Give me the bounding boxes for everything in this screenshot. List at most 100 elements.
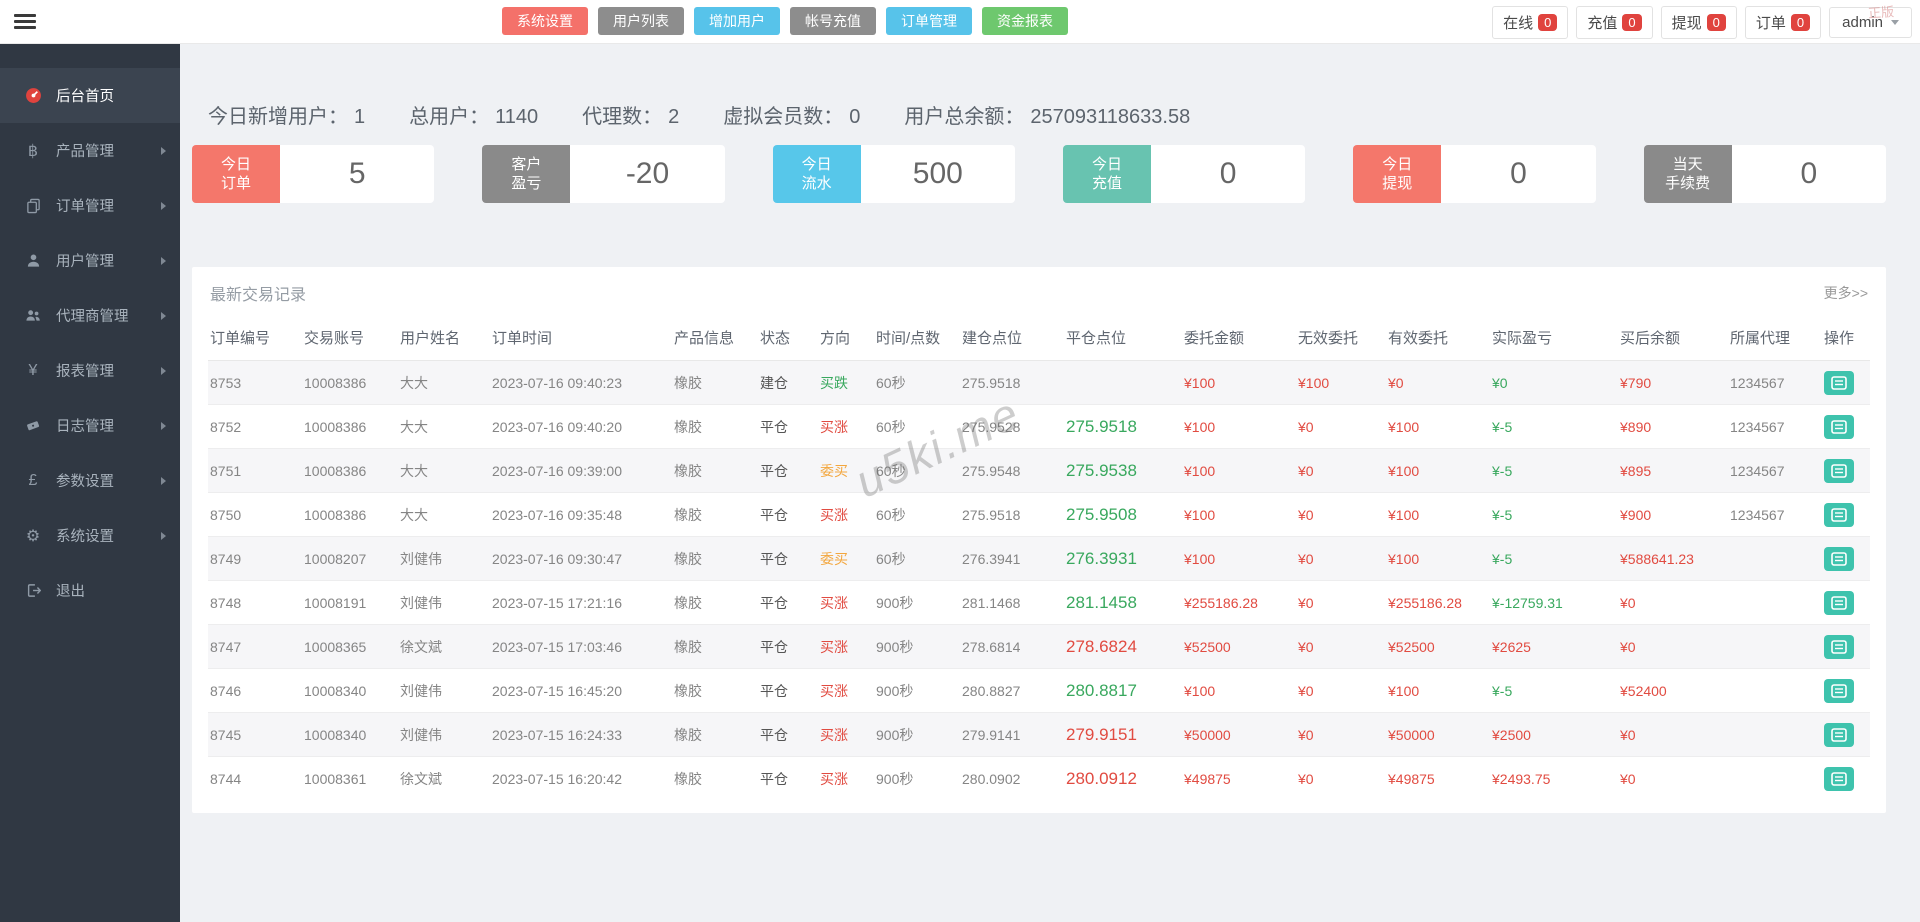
cell-product: 橡胶 <box>672 492 758 537</box>
cell-account: 10008386 <box>304 374 367 391</box>
col-order-time: 订单时间 <box>490 315 672 361</box>
cell-status: 平仓 <box>758 492 818 537</box>
cell-id: 8753 <box>210 374 242 391</box>
row-detail-button[interactable] <box>1824 766 1854 791</box>
col-action: 操作 <box>1822 315 1870 361</box>
sidebar-item-label: 代理商管理 <box>56 309 129 325</box>
users-icon <box>22 308 44 323</box>
cell-close: 278.6824 <box>1064 624 1182 669</box>
sidebar-item-label: 参数设置 <box>56 474 114 490</box>
cell-account: 10008361 <box>302 756 398 801</box>
row-detail-button[interactable] <box>1824 458 1854 483</box>
row-detail-button[interactable] <box>1824 414 1854 439</box>
chevron-right-icon <box>161 476 166 485</box>
panel-title: 最新交易记录 <box>210 287 307 304</box>
cell-open: 281.1468 <box>960 580 1064 625</box>
chevron-right-icon <box>161 201 166 210</box>
cell-agent: 1234567 <box>1728 404 1822 449</box>
cell-invalid: ¥0 <box>1296 580 1386 625</box>
online-status[interactable]: 在线 0 <box>1492 6 1569 39</box>
fund-report-button[interactable]: 资金报表 <box>982 7 1068 35</box>
cell-name: 大大 <box>400 374 428 391</box>
system-settings-button[interactable]: 系统设置 <box>502 7 588 35</box>
cell-period: 900秒 <box>874 756 960 801</box>
cell-valid: ¥52500 <box>1386 624 1490 669</box>
cell-status: 平仓 <box>758 580 818 625</box>
row-detail-button[interactable] <box>1824 590 1854 615</box>
row-detail-button[interactable] <box>1824 546 1854 571</box>
stat-new-users: 今日新增用户： 1 <box>208 106 366 128</box>
cell-amount: ¥50000 <box>1182 712 1296 757</box>
cell-close: 281.1458 <box>1064 580 1182 625</box>
withdraw-status[interactable]: 提现 0 <box>1660 6 1737 39</box>
cell-close: 275.9508 <box>1064 492 1182 537</box>
account-recharge-button[interactable]: 帐号充值 <box>790 7 876 35</box>
cell-profit: ¥-5 <box>1490 536 1618 581</box>
table-header-row: 订单编号 交易账号 用户姓名 订单时间 产品信息 状态 方向 时间/点数 建仓点… <box>208 315 1870 361</box>
cell-account: 10008191 <box>302 580 398 625</box>
cell-amount: ¥100 <box>1182 668 1296 713</box>
sidebar-item-reports[interactable]: ¥ 报表管理 <box>0 343 180 398</box>
cell-product: 橡胶 <box>672 448 758 493</box>
cell-balance: ¥52400 <box>1618 668 1728 713</box>
row-detail-button[interactable] <box>1824 722 1854 747</box>
row-detail-button[interactable] <box>1824 634 1854 659</box>
row-detail-button[interactable] <box>1824 370 1854 395</box>
withdraw-label: 提现 <box>1671 15 1702 32</box>
cell-balance: ¥0 <box>1618 756 1728 801</box>
cell-direction: 买涨 <box>818 712 874 757</box>
cell-product: 橡胶 <box>674 374 702 391</box>
col-invalid: 无效委托 <box>1296 315 1386 361</box>
sidebar-item-agents[interactable]: 代理商管理 <box>0 288 180 343</box>
cell-close: 275.9518 <box>1064 404 1182 449</box>
col-agent: 所属代理 <box>1728 315 1822 361</box>
cell-valid: ¥255186.28 <box>1386 580 1490 625</box>
card-value: -20 <box>570 145 725 203</box>
sidebar-item-logs[interactable]: 日志管理 <box>0 398 180 453</box>
cell-profit: ¥2493.75 <box>1490 756 1618 801</box>
order-manage-button[interactable]: 订单管理 <box>886 7 972 35</box>
cell-action <box>1822 492 1870 537</box>
sidebar-item-orders[interactable]: 订单管理 <box>0 178 180 233</box>
card-customer-pnl: 客户 盈亏 -20 <box>482 145 725 203</box>
copy-icon <box>22 198 44 214</box>
sidebar-item-system[interactable]: ⚙ 系统设置 <box>0 508 180 563</box>
cell-action <box>1822 448 1870 493</box>
online-label: 在线 <box>1503 15 1534 32</box>
cell-close <box>1064 361 1182 405</box>
col-order-id: 订单编号 <box>208 315 302 361</box>
add-user-button[interactable]: 增加用户 <box>694 7 780 35</box>
row-detail-button[interactable] <box>1824 678 1854 703</box>
row-detail-button[interactable] <box>1824 502 1854 527</box>
cell-time: 2023-07-15 16:20:42 <box>490 756 672 801</box>
sidebar-item-users[interactable]: 用户管理 <box>0 233 180 288</box>
top-right-status: 在线 0 充值 0 提现 0 订单 0 admin <box>1492 6 1912 39</box>
cell-period: 60秒 <box>876 374 906 391</box>
more-link[interactable]: 更多>> <box>1824 283 1868 303</box>
sidebar-item-parameters[interactable]: £ 参数设置 <box>0 453 180 508</box>
sidebar-item-logout[interactable]: 退出 <box>0 563 180 618</box>
cell-name: 徐文斌 <box>398 624 490 669</box>
cell-invalid: ¥0 <box>1296 404 1386 449</box>
sidebar-item-dashboard[interactable]: 后台首页 <box>0 68 180 123</box>
cell-agent <box>1728 712 1822 757</box>
recharge-status[interactable]: 充值 0 <box>1576 6 1653 39</box>
card-label: 今日 订单 <box>192 145 280 203</box>
online-count-badge: 0 <box>1538 14 1558 31</box>
cell-balance: ¥790 <box>1620 374 1652 391</box>
recharge-label: 充值 <box>1587 15 1618 32</box>
card-today-withdraw: 今日 提现 0 <box>1353 145 1596 203</box>
menu-toggle-icon[interactable] <box>14 14 36 32</box>
user-list-button[interactable]: 用户列表 <box>598 7 684 35</box>
card-value: 0 <box>1441 145 1596 203</box>
user-menu[interactable]: admin <box>1829 7 1912 38</box>
order-status[interactable]: 订单 0 <box>1744 6 1822 39</box>
top-bar: 系统设置 用户列表 增加用户 帐号充值 订单管理 资金报表 在线 0 充值 0 … <box>0 0 1920 44</box>
cell-valid: ¥100 <box>1386 536 1490 581</box>
sidebar-item-products[interactable]: ฿ 产品管理 <box>0 123 180 178</box>
logout-icon <box>22 583 44 598</box>
sidebar-item-label: 报表管理 <box>56 364 114 380</box>
cell-period: 60秒 <box>874 492 960 537</box>
cell-account: 10008386 <box>302 492 398 537</box>
cell-product: 橡胶 <box>672 756 758 801</box>
